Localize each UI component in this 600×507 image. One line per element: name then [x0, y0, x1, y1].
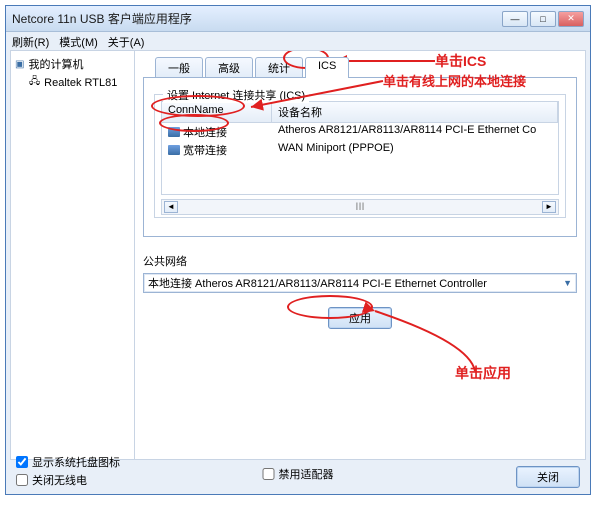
check-disable-adapter-box[interactable]	[263, 468, 275, 480]
scroll-right-icon[interactable]: ►	[542, 201, 556, 213]
list-row-broadband[interactable]: 宽带连接 WAN Miniport (PPPOE)	[162, 141, 558, 159]
window-controls: — □ ✕	[502, 11, 584, 27]
connection-list[interactable]: ConnName 设备名称 本地连接 Atheros AR8121/AR8113…	[161, 101, 559, 195]
main-panel: 一般 高级 统计 ICS 设置 Internet 连接共享 (ICS) Conn…	[135, 51, 585, 459]
col-connname[interactable]: ConnName	[162, 102, 272, 122]
anno-text-apply: 单击应用	[455, 363, 511, 383]
tree-adapter[interactable]: Realtek RTL81	[27, 73, 132, 92]
content-area: 我的计算机 Realtek RTL81 一般 高级 统计 ICS 设置 Inte…	[10, 50, 586, 460]
check-wifi-off-box[interactable]	[16, 474, 28, 486]
row-name: 宽带连接	[183, 142, 227, 158]
col-device[interactable]: 设备名称	[272, 102, 558, 122]
apply-row: 应用	[143, 307, 577, 329]
scroll-track[interactable]: III	[178, 201, 542, 213]
ics-group-label: 设置 Internet 连接共享 (ICS)	[163, 87, 309, 103]
scroll-left-icon[interactable]: ◄	[164, 201, 178, 213]
menubar: 刷新(R) 模式(M) 关于(A)	[6, 32, 590, 50]
check-disable-adapter-label: 禁用适配器	[279, 466, 334, 482]
tab-strip: 一般 高级 统计 ICS	[155, 57, 577, 78]
menu-refresh[interactable]: 刷新(R)	[12, 34, 49, 48]
public-network-label: 公共网络	[143, 253, 577, 269]
apply-button[interactable]: 应用	[328, 307, 392, 329]
titlebar[interactable]: Netcore 11n USB 客户端应用程序 — □ ✕	[6, 6, 590, 32]
horizontal-scrollbar[interactable]: ◄ III ►	[161, 199, 559, 215]
app-window: Netcore 11n USB 客户端应用程序 — □ ✕ 刷新(R) 模式(M…	[5, 5, 591, 495]
network-icon	[168, 127, 180, 137]
close-bottom-button[interactable]: 关闭	[516, 466, 580, 488]
sidebar-tree: 我的计算机 Realtek RTL81	[11, 51, 135, 459]
check-tray-box[interactable]	[16, 456, 28, 468]
public-network-select[interactable]: 本地连接 Atheros AR8121/AR8113/AR8114 PCI-E …	[143, 273, 577, 293]
tab-pane-ics: 设置 Internet 连接共享 (ICS) ConnName 设备名称 本地连…	[143, 77, 577, 237]
menu-about[interactable]: 关于(A)	[108, 34, 145, 48]
tab-general[interactable]: 一般	[155, 57, 203, 78]
maximize-button[interactable]: □	[530, 11, 556, 27]
tree-root[interactable]: 我的计算机	[13, 55, 132, 73]
tree-root-label: 我的计算机	[28, 56, 83, 72]
list-header: ConnName 设备名称	[162, 102, 558, 123]
chevron-down-icon[interactable]: ▼	[563, 278, 572, 288]
bottom-bar: 显示系统托盘图标 关闭无线电 禁用适配器 关闭	[10, 448, 586, 490]
row-device: Atheros AR8121/AR8113/AR8114 PCI-E Ether…	[272, 124, 558, 140]
check-tray-label: 显示系统托盘图标	[32, 454, 120, 470]
check-wifi-off[interactable]: 关闭无线电	[16, 472, 120, 488]
tree-adapter-label: Realtek RTL81	[44, 77, 117, 89]
row-name: 本地连接	[183, 124, 227, 140]
ics-group: 设置 Internet 连接共享 (ICS) ConnName 设备名称 本地连…	[154, 94, 566, 218]
row-device: WAN Miniport (PPPOE)	[272, 142, 558, 158]
tab-ics[interactable]: ICS	[305, 57, 349, 78]
list-row-local[interactable]: 本地连接 Atheros AR8121/AR8113/AR8114 PCI-E …	[162, 123, 558, 141]
check-wifi-off-label: 关闭无线电	[32, 472, 87, 488]
public-network-value: 本地连接 Atheros AR8121/AR8113/AR8114 PCI-E …	[148, 275, 563, 291]
left-checks: 显示系统托盘图标 关闭无线电	[16, 454, 120, 488]
window-title: Netcore 11n USB 客户端应用程序	[12, 10, 502, 27]
close-button[interactable]: ✕	[558, 11, 584, 27]
check-disable-adapter[interactable]: 禁用适配器	[263, 466, 334, 482]
tab-advanced[interactable]: 高级	[205, 57, 253, 78]
minimize-button[interactable]: —	[502, 11, 528, 27]
check-tray[interactable]: 显示系统托盘图标	[16, 454, 120, 470]
tab-stats[interactable]: 统计	[255, 57, 303, 78]
network-icon	[168, 145, 180, 155]
menu-mode[interactable]: 模式(M)	[59, 34, 98, 48]
